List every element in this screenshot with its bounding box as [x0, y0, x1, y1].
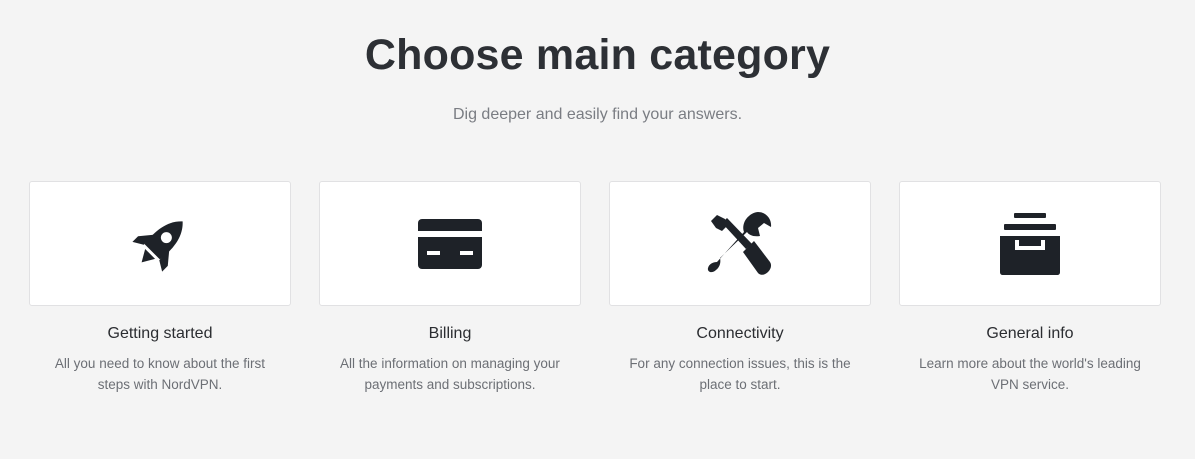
tools-icon	[707, 211, 772, 275]
archive-icon	[1000, 212, 1060, 275]
category-title: Billing	[428, 325, 472, 342]
rocket-icon	[132, 220, 183, 272]
category-description: All you need to know about the first ste…	[54, 356, 266, 392]
page-subtitle: Dig deeper and easily find your answers.	[452, 106, 743, 123]
page-header: Choose main category Dig deeper and easi…	[0, 0, 1195, 125]
category-card-box[interactable]	[319, 181, 581, 306]
category-card-box[interactable]	[29, 181, 291, 306]
category-list: Getting started All you need to know abo…	[29, 181, 1161, 395]
category-card-general-info[interactable]: General info Learn more about the world'…	[899, 181, 1161, 395]
category-title: Connectivity	[696, 325, 784, 342]
category-card-box[interactable]	[609, 181, 871, 306]
category-card-connectivity[interactable]: Connectivity For any connection issues, …	[609, 181, 871, 395]
category-card-box[interactable]	[899, 181, 1161, 306]
category-card-getting-started[interactable]: Getting started All you need to know abo…	[29, 181, 291, 395]
page-title: Choose main category	[364, 31, 831, 79]
category-description: For any connection issues, this is the p…	[629, 356, 851, 392]
category-title: Getting started	[107, 325, 213, 342]
category-description: All the information on managing your pay…	[340, 356, 560, 392]
category-card-billing[interactable]: Billing All the information on managing …	[319, 181, 581, 395]
credit-card-icon	[418, 218, 482, 269]
category-description: Learn more about the world's leading VPN…	[919, 356, 1141, 392]
category-title: General info	[986, 325, 1074, 342]
